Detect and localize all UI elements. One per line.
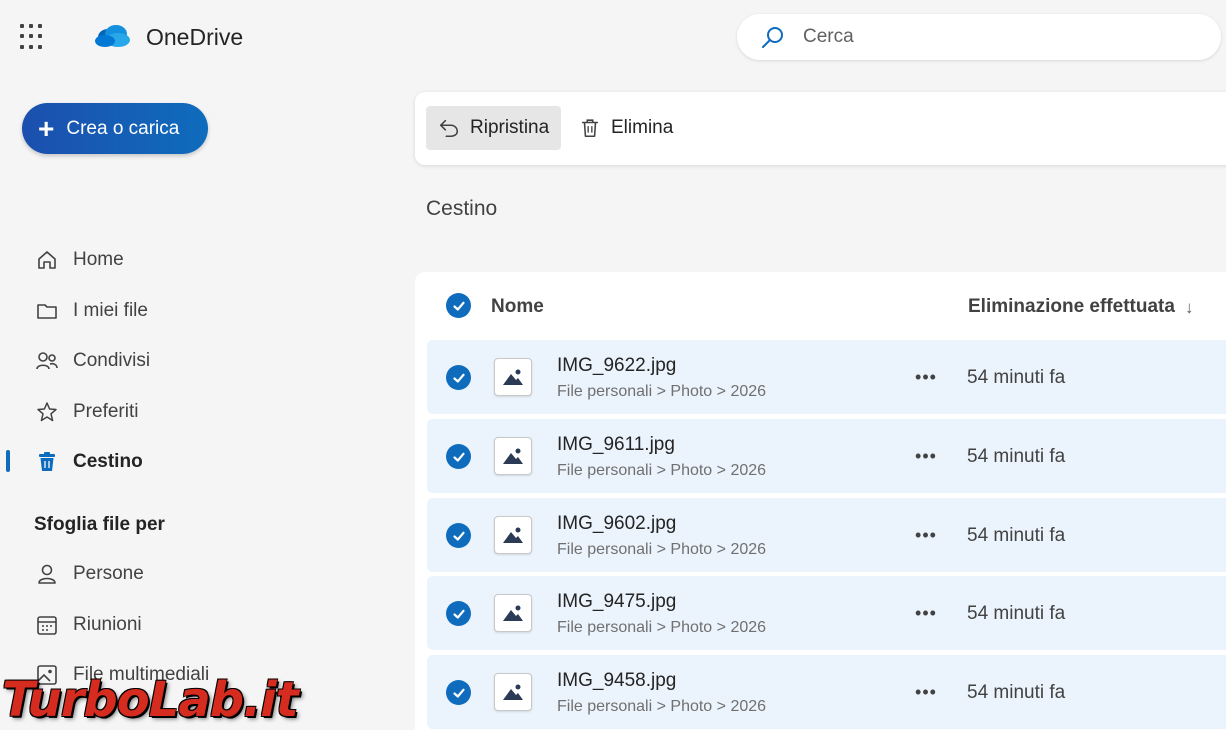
onedrive-logo-icon	[95, 25, 130, 47]
deleted-time: 54 minuti fa	[967, 446, 1066, 467]
sidebar-item-favorites[interactable]: Preferiti	[34, 395, 138, 429]
create-upload-label: Crea o carica	[66, 117, 180, 139]
search-icon	[762, 27, 783, 48]
app-name[interactable]: OneDrive	[146, 24, 243, 51]
image-file-icon	[494, 594, 532, 632]
file-name[interactable]: IMG_9611.jpg	[557, 434, 675, 456]
checkmark-icon	[452, 688, 465, 698]
calendar-icon	[34, 612, 60, 638]
sidebar-item-label: Home	[73, 249, 124, 270]
column-header-name[interactable]: Nome	[491, 296, 544, 318]
table-row[interactable]: IMG_9458.jpg File personali > Photo > 20…	[427, 655, 1226, 729]
trash-icon	[581, 119, 599, 138]
file-path: File personali > Photo > 2026	[557, 541, 767, 558]
column-header-deleted[interactable]: Eliminazione effettuata	[968, 296, 1175, 318]
more-options-icon[interactable]: •••	[911, 520, 941, 550]
page-title: Cestino	[426, 197, 498, 220]
deleted-time: 54 minuti fa	[967, 682, 1066, 703]
sidebar-item-label: Cestino	[73, 451, 143, 472]
watermark-logo: TurboLab.it	[2, 672, 299, 728]
checkmark-icon	[452, 301, 465, 311]
select-all-checkbox[interactable]	[446, 293, 471, 318]
star-icon	[34, 399, 60, 425]
command-bar: Ripristina Elimina	[415, 92, 1226, 165]
file-name[interactable]: IMG_9622.jpg	[557, 355, 676, 377]
restore-label: Ripristina	[470, 117, 550, 138]
more-options-icon[interactable]: •••	[911, 677, 941, 707]
checkmark-icon	[452, 609, 465, 619]
create-upload-button[interactable]: + Crea o carica	[22, 103, 208, 154]
sidebar-item-meetings[interactable]: Riunioni	[34, 608, 142, 642]
row-checkbox[interactable]	[446, 523, 471, 548]
image-file-icon	[494, 516, 532, 554]
person-icon	[34, 561, 60, 587]
image-file-icon	[494, 673, 532, 711]
checkmark-icon	[452, 531, 465, 541]
top-bar: OneDrive	[0, 0, 1226, 72]
sidebar-item-label: I miei file	[73, 300, 148, 321]
sidebar-item-recycle-bin[interactable]: Cestino	[34, 445, 143, 479]
checkmark-icon	[452, 452, 465, 462]
app-launcher-icon[interactable]	[20, 24, 46, 50]
row-checkbox[interactable]	[446, 601, 471, 626]
sidebar-item-label: Riunioni	[73, 614, 142, 635]
image-file-icon	[494, 358, 532, 396]
row-checkbox[interactable]	[446, 365, 471, 390]
folder-icon	[34, 298, 60, 324]
sidebar-item-home[interactable]: Home	[34, 243, 124, 277]
file-name[interactable]: IMG_9475.jpg	[557, 591, 676, 613]
checkmark-icon	[452, 373, 465, 383]
table-row[interactable]: IMG_9475.jpg File personali > Photo > 20…	[427, 576, 1226, 650]
sidebar-item-my-files[interactable]: I miei file	[34, 294, 148, 328]
delete-label: Elimina	[611, 117, 674, 138]
table-row[interactable]: IMG_9602.jpg File personali > Photo > 20…	[427, 498, 1226, 572]
file-list: Nome Eliminazione effettuata ↓ IMG_9622.…	[415, 272, 1226, 730]
more-options-icon[interactable]: •••	[911, 598, 941, 628]
search-box[interactable]	[737, 14, 1221, 60]
more-options-icon[interactable]: •••	[911, 441, 941, 471]
file-path: File personali > Photo > 2026	[557, 462, 767, 479]
deleted-time: 54 minuti fa	[967, 525, 1066, 546]
file-path: File personali > Photo > 2026	[557, 383, 767, 400]
image-file-icon	[494, 437, 532, 475]
row-checkbox[interactable]	[446, 680, 471, 705]
file-name[interactable]: IMG_9458.jpg	[557, 670, 676, 692]
file-path: File personali > Photo > 2026	[557, 619, 767, 636]
plus-icon: +	[38, 112, 55, 144]
browse-section-heading: Sfoglia file per	[34, 514, 165, 535]
deleted-time: 54 minuti fa	[967, 603, 1066, 624]
restore-button[interactable]: Ripristina	[426, 106, 562, 150]
sort-arrow-down-icon[interactable]: ↓	[1185, 298, 1194, 318]
home-icon	[34, 247, 60, 273]
sidebar-item-label: Preferiti	[73, 401, 139, 422]
table-row[interactable]: IMG_9622.jpg File personali > Photo > 20…	[427, 340, 1226, 414]
sidebar-item-label: Persone	[73, 563, 144, 584]
row-checkbox[interactable]	[446, 444, 471, 469]
file-name[interactable]: IMG_9602.jpg	[557, 513, 676, 535]
search-input[interactable]	[803, 24, 1203, 50]
delete-button[interactable]: Elimina	[567, 106, 685, 150]
sidebar-item-shared[interactable]: Condivisi	[34, 344, 150, 378]
sidebar-item-label: Condivisi	[73, 350, 151, 371]
people-icon	[34, 348, 60, 374]
file-path: File personali > Photo > 2026	[557, 698, 767, 715]
active-indicator	[6, 450, 10, 472]
deleted-time: 54 minuti fa	[967, 367, 1066, 388]
list-header: Nome Eliminazione effettuata ↓	[415, 272, 1226, 340]
table-row[interactable]: IMG_9611.jpg File personali > Photo > 20…	[427, 419, 1226, 493]
sidebar-item-people[interactable]: Persone	[34, 557, 144, 591]
trash-icon	[34, 449, 60, 475]
undo-icon	[439, 119, 459, 138]
more-options-icon[interactable]: •••	[911, 362, 941, 392]
